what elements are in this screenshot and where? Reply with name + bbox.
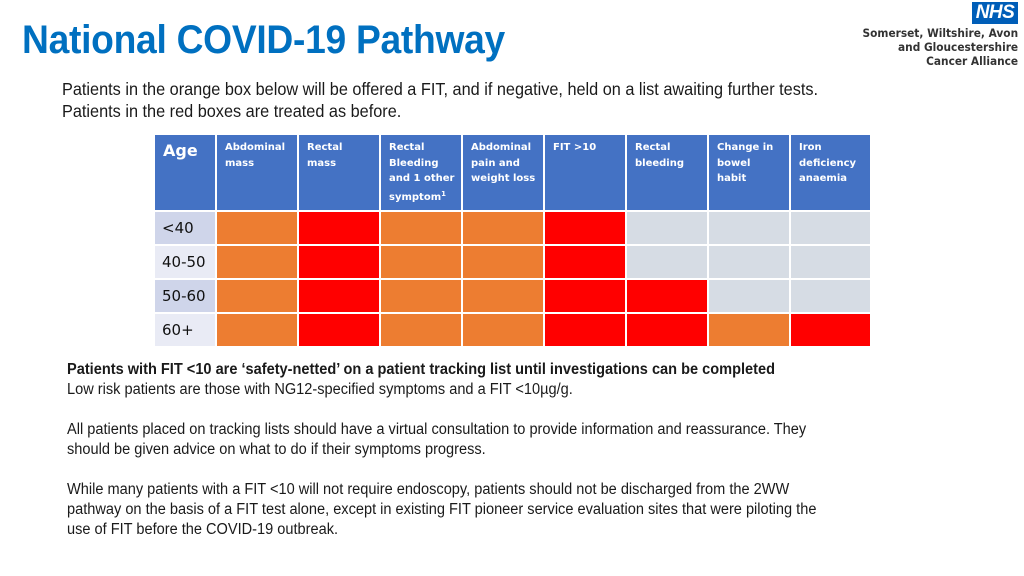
consultation-text-line-2: should be given advice on what to do if … <box>67 441 486 458</box>
pathway-cell-grey <box>707 244 791 280</box>
logo-line-2: and Gloucestershire <box>897 40 1018 54</box>
table-row: 40-50 <box>153 244 872 280</box>
pathway-cell-red <box>789 312 872 348</box>
age-cell: <40 <box>153 210 217 246</box>
column-header: Change in bowel habit <box>707 133 791 212</box>
age-cell: 40-50 <box>153 244 217 280</box>
low-risk-text: Low risk patients are those with NG12-sp… <box>67 381 573 398</box>
pathway-cell-grey <box>707 278 791 314</box>
page-title: National COVID-19 Pathway <box>22 18 505 62</box>
pathway-cell-red <box>297 210 381 246</box>
pathway-cell-orange <box>379 312 463 348</box>
pathway-cell-grey <box>707 210 791 246</box>
pathway-cell-red <box>297 312 381 348</box>
pathway-cell-orange <box>379 278 463 314</box>
footnote-marker: 1 <box>441 189 446 198</box>
table-header-row: Age Abdominal mass Rectal mass Rectal Bl… <box>153 133 872 212</box>
discharge-text-line-1: While many patients with a FIT <10 will … <box>67 481 790 498</box>
logo-line-1: Somerset, Wiltshire, Avon <box>862 26 1018 40</box>
pathway-cell-red <box>543 210 627 246</box>
column-header: Rectal Bleeding and 1 other symptom1 <box>379 133 463 212</box>
pathway-cell-grey <box>625 244 709 280</box>
logo-text: Somerset, Wiltshire, Avon and Gloucester… <box>862 26 1018 68</box>
pathway-cell-orange <box>461 244 545 280</box>
pathway-cell-red <box>625 278 709 314</box>
column-header-age: Age <box>153 133 217 212</box>
pathway-cell-orange <box>461 278 545 314</box>
pathway-cell-grey <box>789 244 872 280</box>
nhs-logo-icon: NHS <box>972 2 1018 24</box>
table-row: 60+ <box>153 312 872 348</box>
pathway-cell-red <box>543 278 627 314</box>
nhs-cancer-alliance-logo: NHS Somerset, Wiltshire, Avon and Glouce… <box>854 2 1018 68</box>
pathway-cell-orange <box>707 312 791 348</box>
pathway-cell-grey <box>789 210 872 246</box>
column-header: FIT >10 <box>543 133 627 212</box>
age-cell: 50-60 <box>153 278 217 314</box>
safety-net-heading: Patients with FIT <10 are ‘safety-netted… <box>67 361 776 378</box>
pathway-cell-orange <box>461 210 545 246</box>
pathway-cell-orange <box>379 210 463 246</box>
column-header: Rectal bleeding <box>625 133 709 212</box>
column-header: Rectal mass <box>297 133 381 212</box>
pathway-cell-orange <box>379 244 463 280</box>
pathway-cell-red <box>297 278 381 314</box>
pathway-cell-red <box>297 244 381 280</box>
pathway-cell-orange <box>215 210 299 246</box>
logo-line-3: Cancer Alliance <box>926 54 1018 68</box>
pathway-cell-orange <box>215 278 299 314</box>
pathway-cell-orange <box>461 312 545 348</box>
table-row: 50-60 <box>153 278 872 314</box>
pathway-cell-grey <box>625 210 709 246</box>
age-cell: 60+ <box>153 312 217 348</box>
discharge-text-line-3: use of FIT before the COVID-19 outbreak. <box>67 521 339 538</box>
notes-section: Patients with FIT <10 are ‘safety-netted… <box>67 360 969 540</box>
intro-line-2: Patients in the red boxes are treated as… <box>62 101 402 121</box>
pathway-cell-grey <box>789 278 872 314</box>
column-header: Abdominal pain and weight loss <box>461 133 545 212</box>
intro-line-1: Patients in the orange box below will be… <box>62 79 819 99</box>
pathway-table: Age Abdominal mass Rectal mass Rectal Bl… <box>153 133 872 348</box>
table-row: <40 <box>153 210 872 246</box>
column-header: Iron deficiency anaemia <box>789 133 872 212</box>
column-header: Abdominal mass <box>215 133 299 212</box>
consultation-text-line-1: All patients placed on tracking lists sh… <box>67 421 807 438</box>
pathway-cell-red <box>543 244 627 280</box>
pathway-cell-red <box>625 312 709 348</box>
discharge-text-line-2: pathway on the basis of a FIT test alone… <box>67 501 817 518</box>
pathway-cell-red <box>543 312 627 348</box>
pathway-cell-orange <box>215 244 299 280</box>
intro-text: Patients in the orange box below will be… <box>62 78 818 122</box>
pathway-cell-orange <box>215 312 299 348</box>
